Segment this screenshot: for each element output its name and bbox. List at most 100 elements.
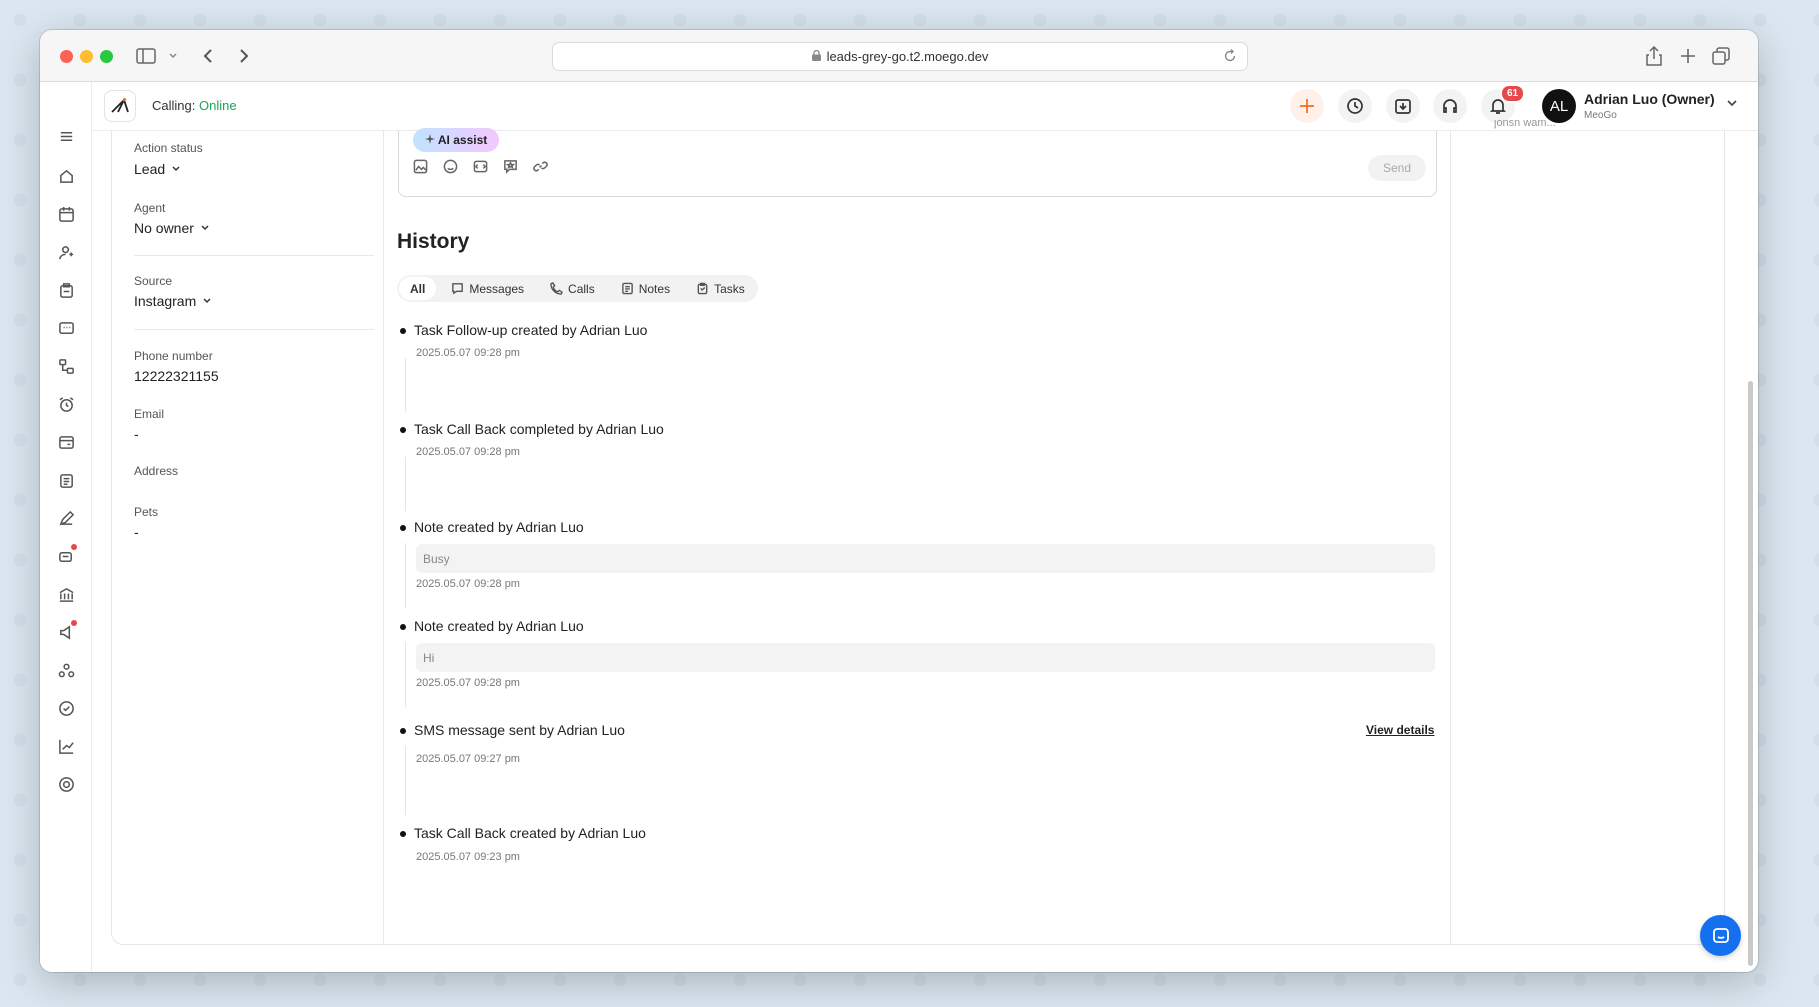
tab-all-label: All: [410, 281, 426, 296]
event-date: 2025.05.07 09:27 pm: [416, 753, 520, 765]
notification-dot: [71, 620, 77, 626]
view-details-link[interactable]: View details: [1366, 723, 1434, 737]
clients-icon[interactable]: [56, 242, 76, 262]
zoom-window-button[interactable]: [100, 50, 113, 63]
timeline-line: [405, 543, 406, 608]
timeline-bullet: [400, 728, 406, 734]
link-icon[interactable]: [533, 159, 549, 175]
pen-icon[interactable]: [56, 508, 76, 528]
clock-icon[interactable]: [1338, 89, 1372, 123]
home-icon[interactable]: [56, 166, 76, 186]
lead-icon[interactable]: [56, 280, 76, 300]
template-icon[interactable]: [473, 159, 489, 175]
message-composer: AI assist Send: [398, 128, 1437, 197]
tab-calls-label: Calls: [568, 281, 595, 296]
business-name: MeoGo: [1584, 110, 1617, 121]
sidebar-toggle-icon[interactable]: [136, 44, 156, 68]
agent-value: No owner: [134, 220, 194, 236]
timeline-bullet: [400, 328, 406, 334]
membership-icon[interactable]: [56, 698, 76, 718]
avatar[interactable]: AL: [1542, 89, 1576, 123]
user-name[interactable]: Adrian Luo (Owner): [1584, 91, 1715, 107]
reload-icon[interactable]: [1223, 49, 1237, 66]
chat-support-button[interactable]: [1700, 915, 1741, 956]
billing-icon[interactable]: [56, 432, 76, 452]
chevron-down-icon[interactable]: [1726, 96, 1738, 114]
forward-icon[interactable]: [238, 44, 250, 68]
image-icon[interactable]: [413, 159, 429, 175]
note-icon: [621, 282, 633, 295]
sparkle-icon: [425, 134, 435, 144]
timeline-bullet: [400, 624, 406, 630]
calling-label: Calling:: [152, 98, 196, 113]
bank-icon[interactable]: [56, 584, 76, 604]
source-label: Source: [134, 274, 173, 288]
source-value: Instagram: [134, 293, 197, 309]
history-title: History: [397, 230, 470, 253]
event-date: 2025.05.07 09:28 pm: [416, 446, 520, 458]
tab-overview-icon[interactable]: [1712, 44, 1730, 68]
share-icon[interactable]: [1646, 44, 1662, 68]
report-icon[interactable]: [56, 470, 76, 490]
event-text: Note created by Adrian Luo: [414, 519, 584, 535]
add-button[interactable]: [1290, 89, 1324, 123]
chevron-down-icon[interactable]: [168, 44, 178, 68]
chevron-down-icon: [203, 298, 211, 304]
chevron-down-icon: [172, 166, 180, 172]
email-value[interactable]: -: [134, 426, 139, 442]
agent-label: Agent: [134, 201, 166, 215]
send-button[interactable]: Send: [1367, 155, 1426, 181]
menu-icon[interactable]: [56, 126, 76, 146]
tab-messages[interactable]: Messages: [440, 277, 535, 300]
url-text: leads-grey-go.t2.moego.dev: [826, 49, 989, 64]
team-icon[interactable]: [56, 660, 76, 680]
settings-icon[interactable]: [56, 774, 76, 794]
note-content: Busy: [416, 544, 1435, 573]
clock-in-icon[interactable]: [1386, 89, 1420, 123]
source-select[interactable]: Instagram: [134, 293, 212, 309]
new-tab-icon[interactable]: [1680, 44, 1696, 68]
event-date: 2025.05.07 09:28 pm: [416, 677, 520, 689]
event-text: Note created by Adrian Luo: [414, 618, 584, 634]
calling-status[interactable]: Calling: Online: [152, 98, 237, 113]
workflow-icon[interactable]: [56, 356, 76, 376]
headset-icon[interactable]: [1433, 89, 1467, 123]
event-date: 2025.05.07 09:28 pm: [416, 578, 520, 590]
pets-label: Pets: [134, 505, 159, 519]
message-icon: [452, 283, 464, 295]
address-bar[interactable]: leads-grey-go.t2.moego.dev: [552, 42, 1248, 71]
tab-all[interactable]: All: [399, 277, 437, 300]
pets-value[interactable]: -: [134, 524, 139, 540]
tab-tasks[interactable]: Tasks: [685, 277, 756, 300]
agent-select[interactable]: No owner: [134, 220, 210, 236]
back-icon[interactable]: [202, 44, 214, 68]
campaign-icon[interactable]: [56, 544, 77, 566]
close-window-button[interactable]: [60, 50, 73, 63]
review-icon[interactable]: [503, 159, 519, 175]
megaphone-icon[interactable]: [56, 620, 77, 642]
right-panel-divider: [1450, 131, 1451, 944]
calendar-icon[interactable]: [56, 204, 76, 224]
divider: [134, 255, 374, 256]
calling-online-text: Online: [198, 98, 237, 113]
tab-notes-label: Notes: [638, 281, 671, 296]
scrollbar[interactable]: [1746, 131, 1756, 972]
scrollbar-thumb[interactable]: [1748, 381, 1753, 966]
action-status-select[interactable]: Lead: [134, 161, 181, 177]
minimize-window-button[interactable]: [80, 50, 93, 63]
ai-assist-label: AI assist: [437, 133, 488, 147]
ai-assist-button[interactable]: AI assist: [413, 128, 500, 152]
message-icon[interactable]: [56, 318, 76, 338]
phone-value[interactable]: 12222321155: [134, 368, 219, 384]
app-logo[interactable]: [104, 90, 136, 122]
alarm-icon[interactable]: [56, 394, 76, 414]
note-content: Hi: [416, 643, 1435, 672]
emoji-icon[interactable]: [443, 159, 459, 175]
insights-icon[interactable]: [56, 736, 76, 756]
address-label: Address: [134, 464, 179, 478]
email-label: Email: [134, 407, 165, 421]
lead-info-panel: Action status Lead Agent No owner Source…: [112, 131, 384, 944]
left-navigation: [40, 82, 92, 972]
tab-notes[interactable]: Notes: [610, 277, 681, 300]
tab-calls[interactable]: Calls: [539, 277, 606, 300]
